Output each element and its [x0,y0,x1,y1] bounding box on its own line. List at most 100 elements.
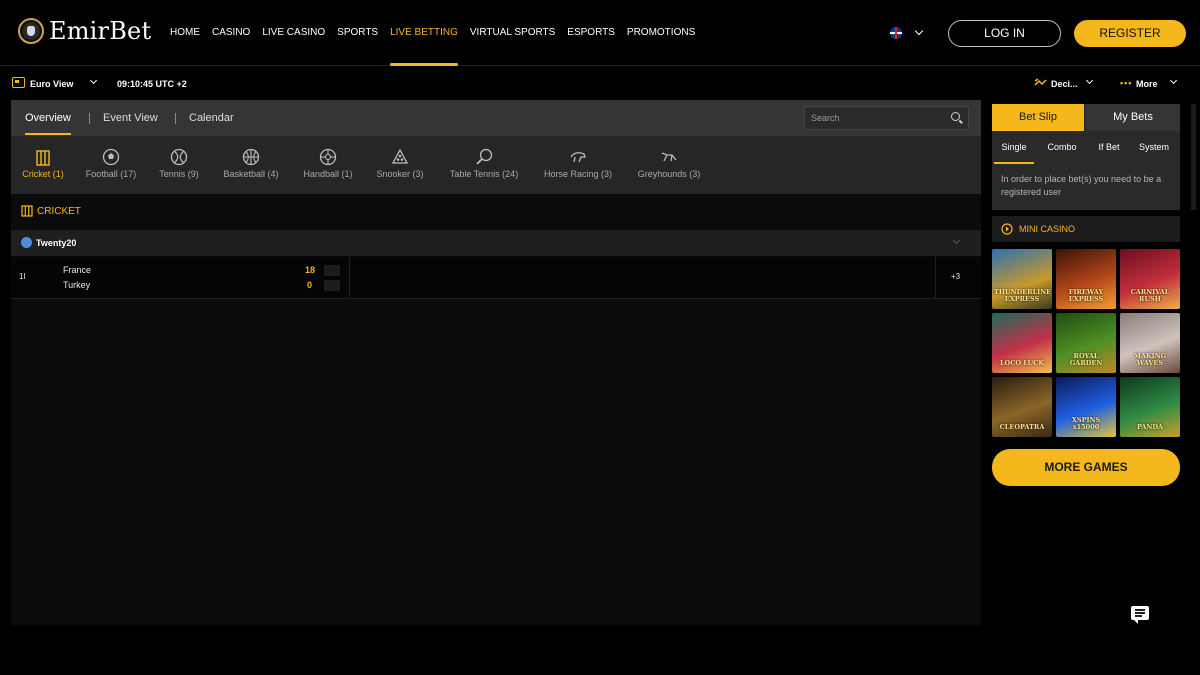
away-team: Turkey [63,280,91,290]
clock: 09:10:45 UTC +2 [117,79,187,89]
bet-type-single[interactable]: Single [994,137,1034,164]
sport-handball[interactable]: Handball (1) [299,136,357,194]
score-box [324,280,340,291]
basketball-icon [242,148,260,166]
nav-live-betting[interactable]: LIVE BETTING [390,0,458,66]
bet-type-if-bet[interactable]: If Bet [1092,137,1126,164]
home-team: France [63,265,92,275]
nav-live-casino[interactable]: LIVE CASINO [262,0,325,66]
sport-basketball[interactable]: Basketball (4) [218,136,284,194]
logo-badge-icon [18,18,44,44]
league-name: Twenty20 [36,238,77,248]
search-input[interactable]: Search [804,106,969,130]
odds-format-icon[interactable] [1034,78,1047,87]
mini-casino-header: MINI CASINO [992,216,1180,242]
match-row[interactable]: 1I France Turkey 18 0 +3 [11,257,981,299]
sport-label: Basketball (4) [223,169,279,179]
mini-casino-grid: THUNDERLINE EXPRESS FIREWAY EXPRESS CARN… [992,249,1180,437]
tab-divider [89,113,90,124]
away-score: 0 [307,280,313,290]
sport-label: Greyhounds (3) [637,169,701,179]
cricket-icon [36,150,50,166]
nav-virtual-sports[interactable]: VIRTUAL SPORTS [470,0,555,66]
nav-sports[interactable]: SPORTS [337,0,378,66]
brand-logo[interactable]: EmirBet [18,17,151,45]
sport-snooker[interactable]: Snooker (3) [371,136,429,194]
sport-horse-racing[interactable]: Horse Racing (3) [539,136,617,194]
mini-casino-title: MINI CASINO [1019,224,1076,234]
sport-tennis[interactable]: Tennis (9) [154,136,204,194]
game-tile[interactable]: FIREWAY EXPRESS [1056,249,1116,309]
horse-racing-icon [570,152,586,163]
chat-icon[interactable] [1131,606,1149,624]
game-tile[interactable]: ROYAL GARDEN [1056,313,1116,373]
tab-my-bets[interactable]: My Bets [1086,104,1180,131]
sport-football[interactable]: Football (17) [83,136,139,194]
match-period: 1I [19,272,26,281]
nav-home[interactable]: HOME [170,0,200,66]
nav-esports[interactable]: ESPORTS [567,0,615,66]
league-globe-icon [21,237,32,248]
more-markets-link[interactable]: +3 [951,272,960,281]
score-box [324,265,340,276]
register-button[interactable]: REGISTER [1074,20,1186,47]
home-score: 18 [305,265,316,275]
game-tile[interactable]: MAKING WAVES [1120,313,1180,373]
football-icon [102,148,120,166]
euro-view-icon[interactable] [12,77,25,88]
bet-type-system[interactable]: System [1134,137,1174,164]
main-nav: HOME CASINO LIVE CASINO SPORTS LIVE BETT… [170,0,695,66]
sport-label: Snooker (3) [376,169,424,179]
tennis-icon [170,148,188,166]
game-tile[interactable]: CLEOPATRA [992,377,1052,437]
tab-event-view[interactable]: Event View [103,100,158,136]
section-title: CRICKET [37,206,81,217]
sport-label: Tennis (9) [159,169,199,179]
sidebar-scrollbar[interactable] [1191,104,1196,210]
nav-casino[interactable]: CASINO [212,0,250,66]
game-tile[interactable]: CARNIVAL RUSH [1120,249,1180,309]
language-chevron-down-icon[interactable] [914,26,924,36]
more-games-button[interactable]: MORE GAMES [992,449,1180,486]
sports-filter-bar: Cricket (1) Football (17) Tennis (9) Bas… [11,136,981,194]
login-button[interactable]: LOG IN [948,20,1061,47]
more-menu[interactable]: More [1136,79,1158,89]
bet-type-combo[interactable]: Combo [1042,137,1082,164]
game-tile[interactable]: PANDA [1120,377,1180,437]
cricket-section-icon [21,205,33,217]
tab-calendar[interactable]: Calendar [189,100,234,136]
view-tabs: Overview Event View Calendar Search [11,100,981,136]
sport-greyhounds[interactable]: Greyhounds (3) [632,136,706,194]
play-circle-icon [1001,223,1013,235]
search-icon[interactable] [951,112,960,121]
sport-label: Football (17) [85,169,137,179]
game-tile[interactable]: XSPINS x15000 [1056,377,1116,437]
game-tile[interactable]: LOCO LUCK [992,313,1052,373]
league-collapse-icon[interactable] [952,236,961,245]
tab-overview[interactable]: Overview [25,100,71,136]
divider [935,257,936,299]
top-navigation: EmirBet HOME CASINO LIVE CASINO SPORTS L… [0,0,1200,66]
sport-label: Cricket (1) [22,169,64,179]
sport-label: Horse Racing (3) [543,169,613,179]
game-tile[interactable]: THUNDERLINE EXPRESS [992,249,1052,309]
live-betting-main: Overview Event View Calendar Search Cric… [11,100,981,625]
sport-label: Handball (1) [303,169,353,179]
tab-divider [175,113,176,124]
sport-label: Table Tennis (24) [449,169,519,179]
snooker-icon [391,148,409,164]
bet-slip-message: In order to place bet(s) you need to be … [1001,174,1162,197]
nav-promotions[interactable]: PROMOTIONS [627,0,695,66]
odds-format-selector[interactable]: Deci... [1051,79,1078,89]
sport-table-tennis[interactable]: Table Tennis (24) [443,136,525,194]
bet-slip-panel: Bet Slip My Bets Single Combo If Bet Sys… [992,104,1180,210]
search-placeholder: Search [811,113,840,123]
tab-bet-slip[interactable]: Bet Slip [992,104,1084,131]
language-flag-icon[interactable] [890,27,902,39]
table-tennis-icon [476,148,493,165]
more-dots-icon[interactable]: ••• [1120,78,1132,88]
sport-cricket[interactable]: Cricket (1) [19,136,67,194]
view-selector[interactable]: Euro View [30,79,73,89]
divider [349,257,350,299]
league-header[interactable]: Twenty20 [11,230,981,256]
